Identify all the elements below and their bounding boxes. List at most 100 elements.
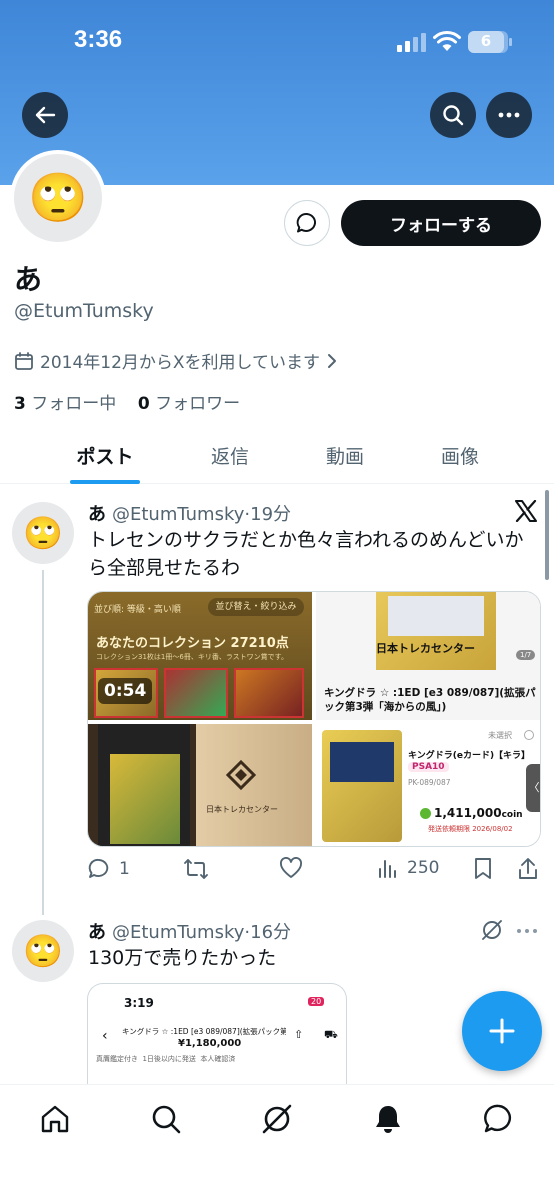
- post-avatar-emoji: 🙄: [23, 932, 63, 970]
- grok-icon[interactable]: [480, 918, 504, 942]
- plus-icon: [489, 1018, 515, 1044]
- card-code: PK-089/087: [408, 778, 451, 787]
- box-label: 日本トレカセンター: [206, 805, 278, 814]
- collection-subtitle: コレクション31枚は1冊～6冊、キリ番、ラストワン賞です。: [96, 653, 288, 661]
- embed-cart-icon: ⛟: [324, 1028, 338, 1041]
- post-avatar[interactable]: 🙄: [12, 920, 74, 982]
- collection-sort-button: 並び替え・絞り込み: [208, 598, 304, 616]
- arrow-left-icon: [35, 106, 56, 124]
- search-button[interactable]: [430, 92, 476, 138]
- tab-posts[interactable]: ポスト: [72, 442, 138, 469]
- select-radio[interactable]: [524, 730, 534, 740]
- post-text: トレセンのサクラだとか色々言われるのめんどいから全部見せたるわ: [88, 529, 524, 579]
- unselected-label: 未選択: [488, 731, 512, 740]
- following-count: 3: [14, 394, 26, 414]
- video-duration: 0:54: [98, 678, 153, 704]
- trading-center-logo: 日本トレカセンター: [376, 642, 475, 655]
- reply-button[interactable]: 1: [87, 857, 130, 881]
- avatar-emoji: 🙄: [28, 170, 88, 226]
- followers-link[interactable]: 0 フォロワー: [138, 394, 240, 414]
- post-media-grid[interactable]: 並び順: 等級・高い順 並び替え・絞り込み あなたのコレクション 27210点 …: [87, 591, 541, 847]
- embed-title: キングドラ ☆ :1ED [e3 089/087](拡張パック第3弾…: [122, 1027, 286, 1036]
- share-icon: [519, 858, 537, 879]
- back-button[interactable]: [22, 92, 68, 138]
- profile-avatar[interactable]: 🙄: [10, 150, 106, 246]
- reply-icon: [88, 858, 109, 878]
- chevron-right-icon: [328, 353, 337, 368]
- followers-label: フォロワー: [155, 394, 241, 414]
- message-button[interactable]: [284, 200, 330, 246]
- repost-button[interactable]: [183, 857, 209, 881]
- media-card-listing[interactable]: 日本トレカセンター 1/7 キングドラ ☆ :1ED [e3 089/087](…: [316, 592, 540, 720]
- embed-price: ¥1,180,000: [178, 1038, 242, 1049]
- nav-messages[interactable]: [481, 1101, 517, 1137]
- collection-sort-label: 並び順: 等級・高い順: [94, 605, 181, 615]
- post-avatar[interactable]: 🙄: [12, 502, 74, 564]
- joined-date[interactable]: 2014年12月からXを利用しています: [14, 348, 338, 373]
- tab-active-indicator: [70, 480, 140, 484]
- tab-videos[interactable]: 動画: [315, 442, 375, 469]
- post-author-handle[interactable]: @EtumTumsky: [112, 504, 244, 525]
- profile-tabs: ポスト 返信 動画 画像: [0, 430, 554, 484]
- repost-icon: [184, 859, 208, 879]
- post-header: あ @EtumTumsky·16分: [88, 918, 291, 944]
- status-bar: 3:36 6: [0, 22, 554, 62]
- post-avatar-emoji: 🙄: [23, 514, 63, 552]
- post-actions: 1 250: [87, 857, 541, 887]
- post-time: 16分: [250, 922, 292, 943]
- nav-search[interactable]: [148, 1101, 184, 1137]
- detail-title: キングドラ(eカード)【キラ】: [408, 751, 531, 761]
- media-card-detail[interactable]: 未選択 キングドラ(eカード)【キラ】 PSA10 PK-089/087 1,4…: [316, 724, 540, 846]
- x-logo-icon: [515, 500, 537, 522]
- more-icon[interactable]: [516, 928, 538, 934]
- grade-badge: PSA10: [408, 762, 449, 772]
- bookmark-button[interactable]: [473, 857, 493, 881]
- more-button[interactable]: [486, 92, 532, 138]
- following-link[interactable]: 3 フォロー中: [14, 394, 116, 414]
- follow-button[interactable]: フォローする: [341, 200, 541, 246]
- follow-counts: 3 フォロー中 0 フォロワー: [14, 389, 240, 414]
- media-collection-screenshot[interactable]: 並び順: 等級・高い順 並び替え・絞り込み あなたのコレクション 27210点 …: [88, 592, 312, 720]
- collection-title: あなたのコレクション 27210点: [96, 636, 289, 651]
- like-button[interactable]: [279, 857, 303, 879]
- tab-images[interactable]: 画像: [430, 442, 490, 469]
- share-button[interactable]: [517, 857, 539, 881]
- image-page-indicator: 1/7: [516, 650, 536, 660]
- price-value: 1,411,000: [434, 806, 502, 820]
- image-scroll-handle[interactable]: 〈: [526, 764, 540, 812]
- grok-icon: [262, 1104, 292, 1134]
- followers-count: 0: [137, 394, 150, 414]
- compose-button[interactable]: [462, 991, 542, 1071]
- nav-home[interactable]: [37, 1101, 73, 1137]
- scrollbar[interactable]: [545, 490, 549, 580]
- embed-tag: 真贋鑑定付き: [96, 1055, 138, 1063]
- profile-name: あ: [14, 263, 43, 296]
- post-media-screenshot[interactable]: 3:19 20 ‹ キングドラ ☆ :1ED [e3 089/087](拡張パッ…: [87, 983, 347, 1084]
- message-icon: [296, 212, 316, 233]
- post-author-name[interactable]: あ: [88, 504, 106, 525]
- bell-icon: [376, 1106, 400, 1133]
- post-author-handle[interactable]: @EtumTumsky: [112, 922, 244, 943]
- coin-icon: [420, 808, 431, 819]
- post-text: 130万で売りたかった: [88, 947, 277, 969]
- views-chart-icon: [379, 860, 396, 878]
- search-icon: [443, 105, 464, 126]
- media-graded-card-photo[interactable]: 日本トレカセンター: [88, 724, 312, 846]
- more-icon: [498, 112, 520, 118]
- thread-line: [42, 570, 44, 915]
- nav-grok[interactable]: [259, 1101, 295, 1137]
- heart-icon: [280, 857, 302, 878]
- joined-text: 2014年12月からXを利用しています: [40, 353, 321, 373]
- embed-tags: 真贋鑑定付き 1日後以内に発送 本人確認済: [96, 1054, 235, 1064]
- tab-replies[interactable]: 返信: [200, 442, 260, 469]
- battery-icon: 6: [468, 31, 512, 53]
- price-unit: coin: [501, 810, 523, 820]
- shipping-deadline: 発送依頼期限 2026/08/02: [428, 825, 513, 833]
- following-label: フォロー中: [31, 394, 117, 414]
- status-time: 3:36: [74, 26, 123, 53]
- post-author-name[interactable]: あ: [88, 922, 106, 943]
- card-price: 1,411,000coin: [434, 806, 523, 820]
- views-button[interactable]: 250: [377, 857, 439, 879]
- nav-notifications[interactable]: [370, 1101, 406, 1137]
- embed-status-time: 3:19: [124, 996, 154, 1010]
